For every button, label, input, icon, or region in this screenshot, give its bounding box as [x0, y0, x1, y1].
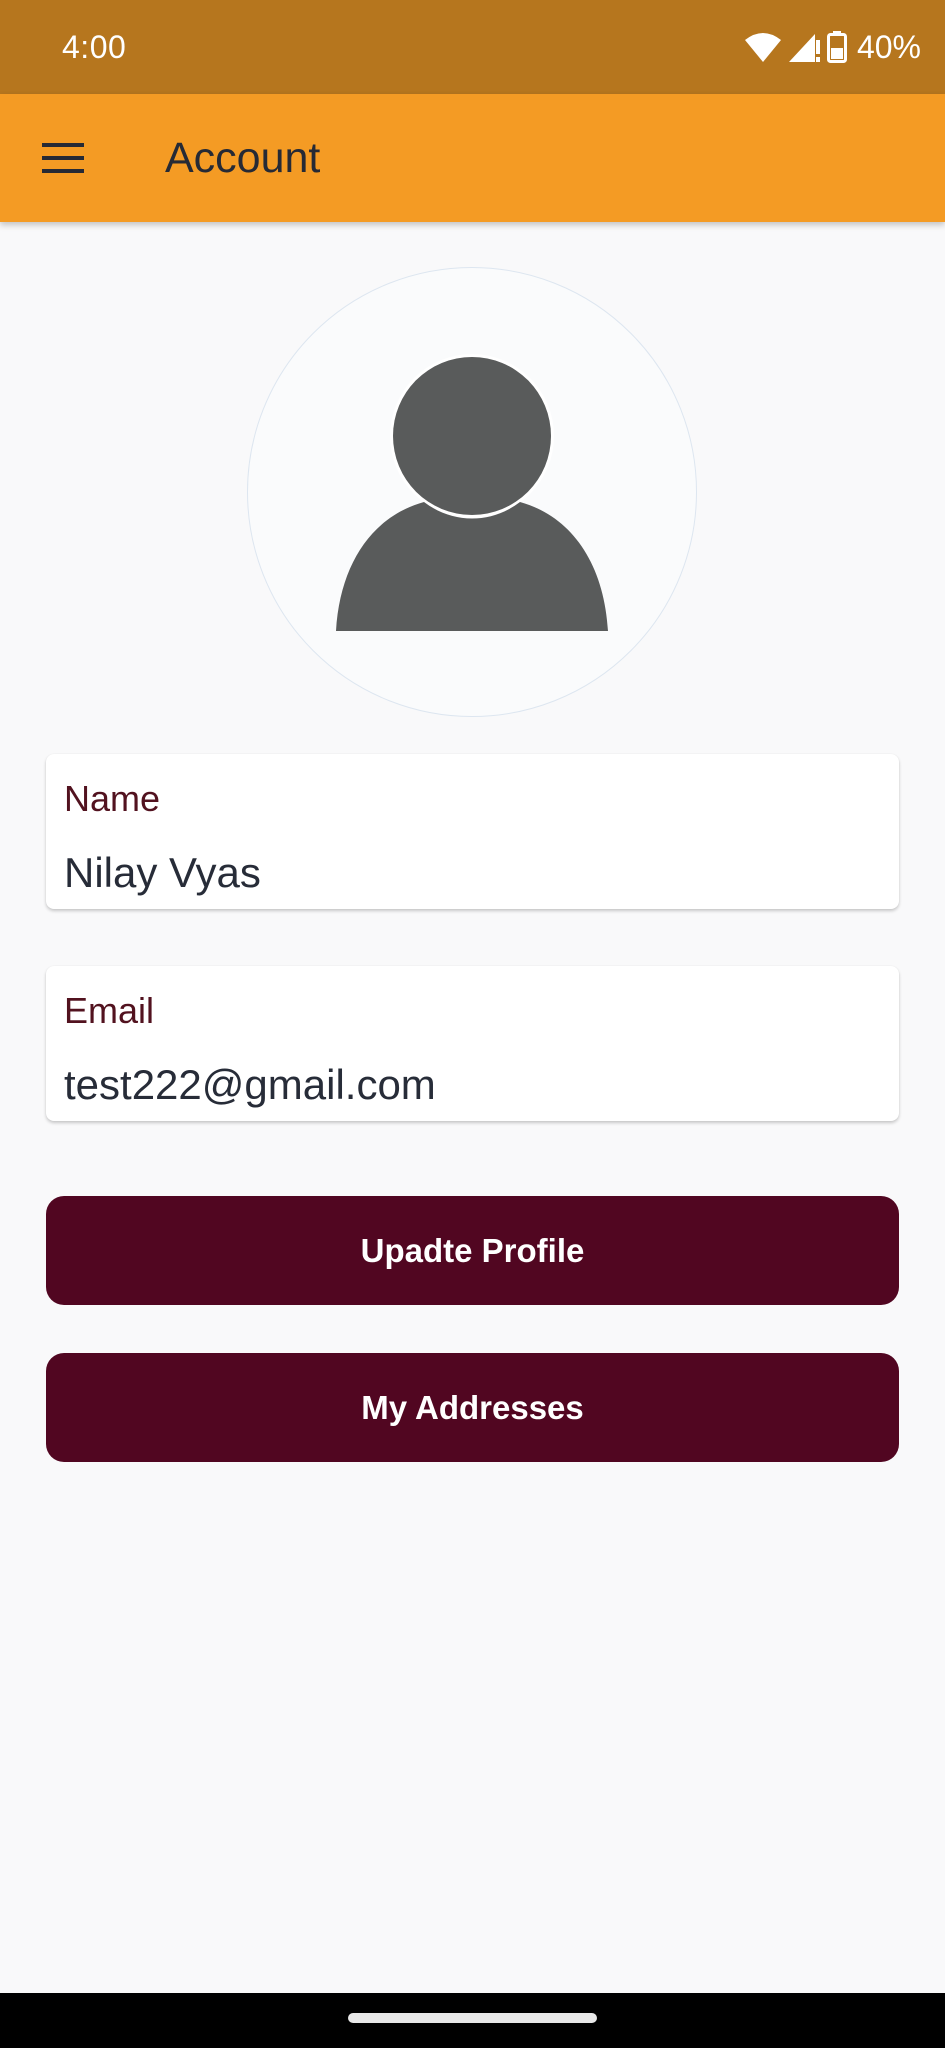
update-profile-button[interactable]: Upadte Profile [46, 1196, 899, 1305]
status-bar: 4:00 40% [0, 0, 945, 94]
name-card: Name [46, 754, 899, 909]
email-card: Email [46, 966, 899, 1121]
app-bar: Account [0, 94, 945, 222]
hamburger-menu-icon [42, 143, 84, 173]
menu-button[interactable] [28, 124, 100, 192]
name-label: Name [64, 778, 161, 819]
cell-signal-icon [788, 34, 820, 62]
battery-icon [826, 31, 847, 63]
my-addresses-button[interactable]: My Addresses [46, 1353, 899, 1462]
wifi-icon [744, 33, 781, 62]
home-indicator[interactable] [348, 2013, 597, 2023]
status-time: 4:00 [62, 29, 127, 65]
name-field[interactable] [64, 848, 874, 898]
email-field[interactable] [64, 1060, 874, 1110]
page-title: Account [165, 134, 321, 182]
system-nav-bar [0, 1993, 945, 2048]
email-label: Email [64, 990, 155, 1031]
person-silhouette-icon [336, 354, 608, 631]
status-icons: 40% [744, 26, 921, 68]
battery-percent: 40% [856, 29, 921, 65]
avatar[interactable] [247, 267, 697, 717]
